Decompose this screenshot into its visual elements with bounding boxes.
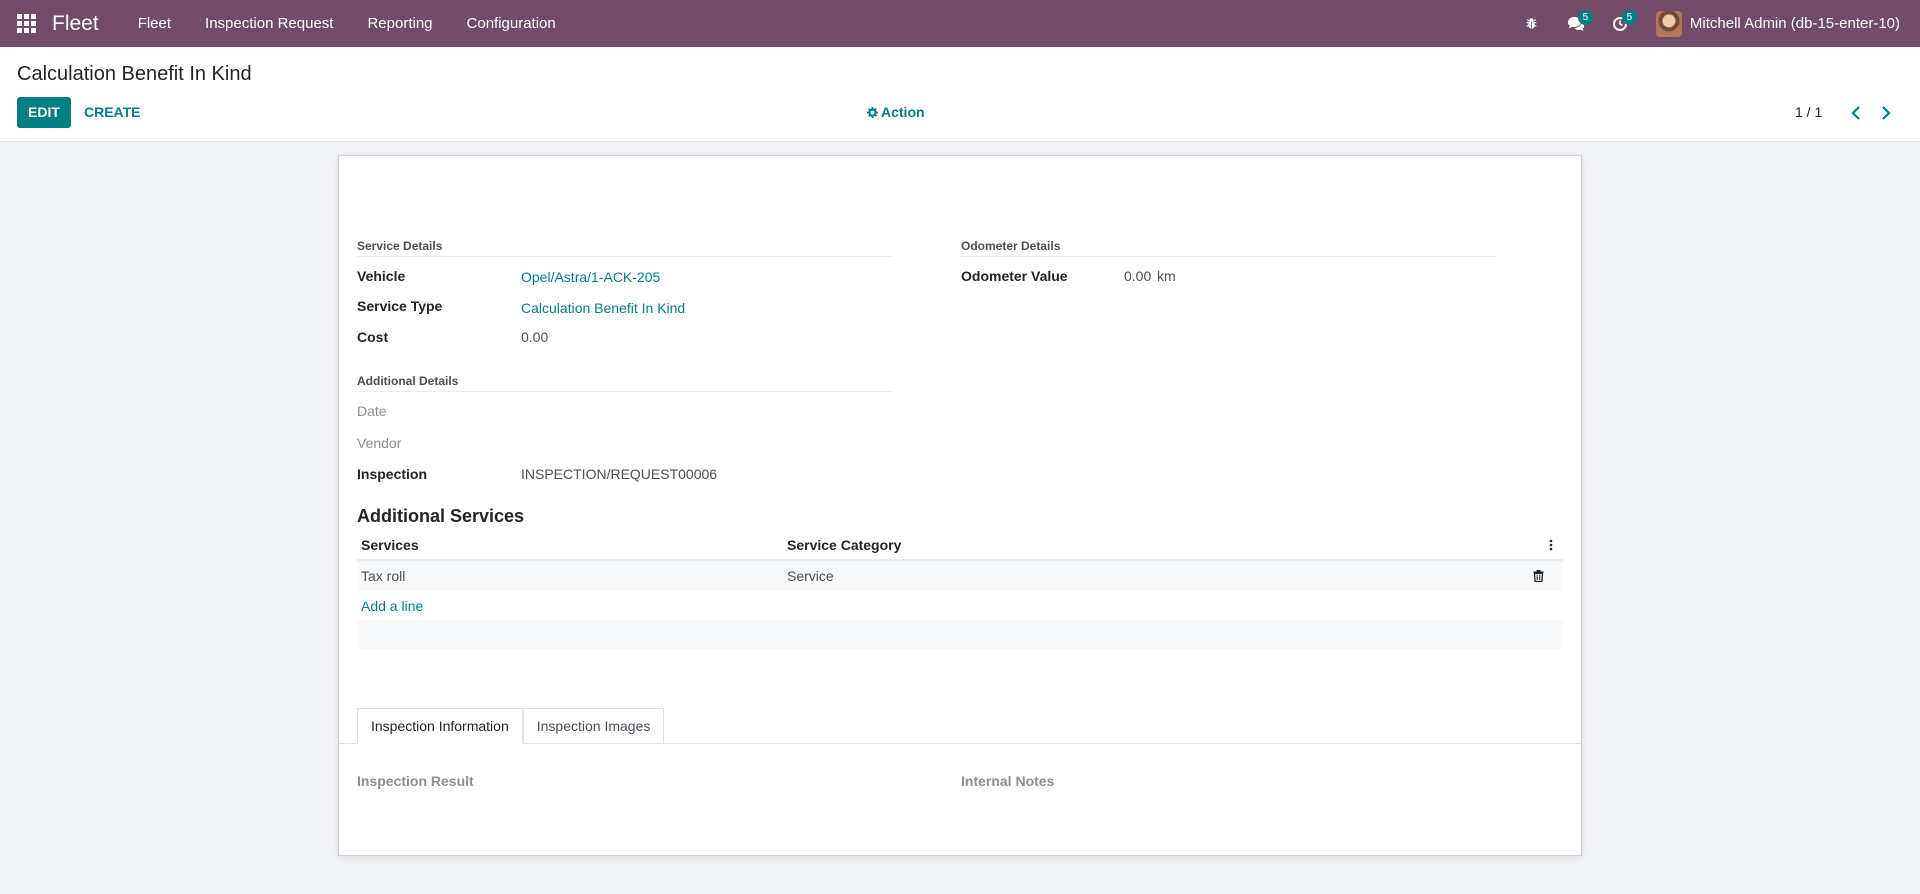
bug-icon[interactable] — [1510, 0, 1554, 47]
cost-value: 0.00 — [521, 329, 549, 345]
service-category-cell[interactable]: Service — [787, 568, 1513, 584]
messages-icon[interactable]: 5 — [1554, 0, 1598, 47]
service-details-title: Service Details — [357, 239, 443, 253]
action-label: Action — [881, 104, 925, 120]
vendor-label: Vendor — [357, 435, 402, 451]
additional-services-table: Services Service Category Tax roll Servi… — [357, 531, 1563, 649]
table-header: Services Service Category — [357, 531, 1563, 561]
action-menu-button[interactable]: Action — [867, 104, 925, 120]
column-header-service-category[interactable]: Service Category — [787, 537, 1539, 553]
user-menu[interactable]: Mitchell Admin (db-15-enter-10) — [1655, 10, 1900, 37]
column-header-services[interactable]: Services — [357, 537, 787, 553]
service-type-label: Service Type — [357, 298, 443, 314]
form-sheet: Service Details Vehicle Opel/Astra/1-ACK… — [338, 155, 1582, 856]
notebook-tabs: Inspection Information Inspection Images — [357, 708, 665, 744]
tab-inspection-images[interactable]: Inspection Images — [522, 708, 665, 744]
activity-clock-icon[interactable]: 5 — [1598, 0, 1642, 47]
control-panel: Calculation Benefit In Kind EDIT CREATE … — [0, 47, 1920, 142]
activities-badge: 5 — [1621, 10, 1637, 25]
cost-label: Cost — [357, 329, 389, 345]
main-menu: Fleet Inspection Request Reporting Confi… — [121, 0, 573, 47]
user-name: Mitchell Admin (db-15-enter-10) — [1689, 15, 1900, 32]
pager-value[interactable]: 1 / 1 — [1795, 104, 1822, 120]
inspection-result-label: Inspection Result — [357, 773, 474, 789]
date-label: Date — [357, 403, 387, 419]
systray: 5 5 Mitchell Admin (db-15-enter-10) — [1510, 0, 1920, 47]
messages-badge: 5 — [1577, 10, 1593, 25]
service-cell[interactable]: Tax roll — [357, 568, 787, 584]
menu-item-fleet[interactable]: Fleet — [121, 0, 188, 47]
user-avatar — [1655, 10, 1682, 37]
odometer-details-title: Odometer Details — [961, 239, 1061, 253]
create-button[interactable]: CREATE — [84, 97, 141, 128]
add-a-line-link[interactable]: Add a line — [357, 591, 1563, 620]
vehicle-label: Vehicle — [357, 268, 406, 284]
additional-details-divider — [357, 391, 892, 392]
inspection-label: Inspection — [357, 466, 428, 482]
gear-icon — [867, 106, 878, 118]
menu-item-configuration[interactable]: Configuration — [450, 0, 573, 47]
empty-row — [357, 620, 1563, 649]
vehicle-value-link[interactable]: Opel/Astra/1-ACK-205 — [521, 269, 660, 285]
page-title: Calculation Benefit In Kind — [17, 63, 252, 85]
menu-item-reporting[interactable]: Reporting — [350, 0, 449, 47]
odometer-value-label: Odometer Value — [961, 268, 1068, 284]
menu-item-inspection-request[interactable]: Inspection Request — [188, 0, 350, 47]
service-type-value-link[interactable]: Calculation Benefit In Kind — [521, 300, 685, 316]
pager-previous-icon[interactable] — [1847, 102, 1865, 124]
service-details-divider — [357, 256, 892, 257]
optional-columns-icon[interactable] — [1539, 539, 1563, 551]
odometer-unit: km — [1157, 268, 1176, 284]
apps-menu-icon[interactable] — [0, 0, 52, 47]
odometer-value: 0.00 — [1124, 268, 1152, 284]
tab-inspection-information[interactable]: Inspection Information — [357, 708, 523, 744]
internal-notes-label: Internal Notes — [961, 773, 1055, 789]
additional-services-title: Additional Services — [357, 506, 525, 526]
odometer-details-divider — [961, 256, 1496, 257]
edit-button[interactable]: EDIT — [17, 97, 71, 128]
app-brand[interactable]: Fleet — [52, 12, 99, 36]
top-navbar: Fleet Fleet Inspection Request Reporting… — [0, 0, 1920, 47]
trash-icon[interactable] — [1513, 570, 1563, 582]
table-row[interactable]: Tax roll Service — [357, 561, 1563, 591]
inspection-value: INSPECTION/REQUEST00006 — [521, 466, 718, 482]
pager-next-icon[interactable] — [1877, 102, 1895, 124]
additional-details-title: Additional Details — [357, 374, 459, 388]
